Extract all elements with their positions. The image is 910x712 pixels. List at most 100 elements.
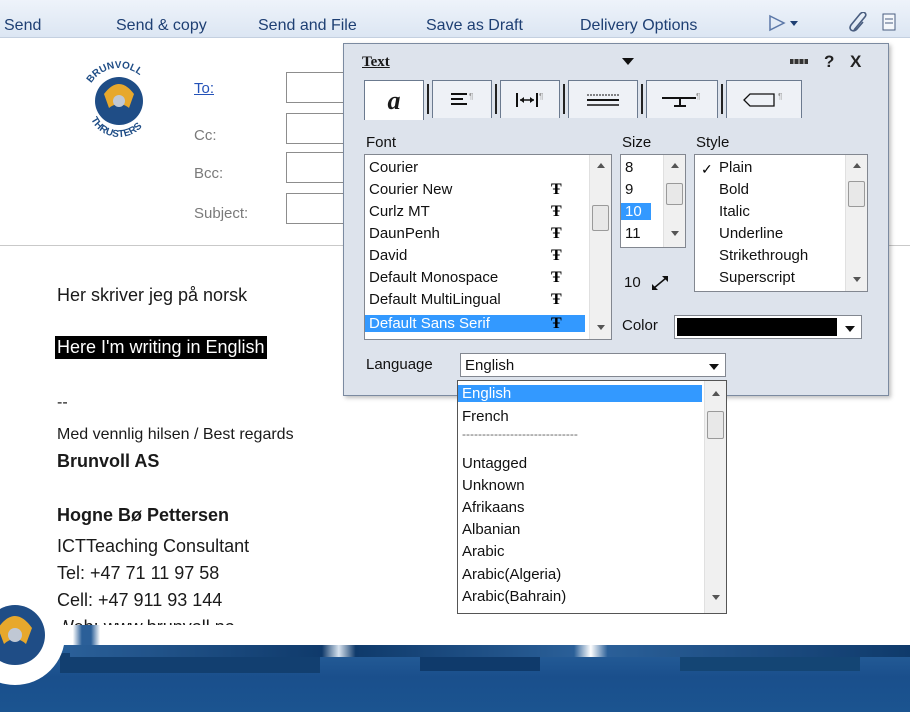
style-item[interactable]: Bold	[719, 181, 749, 198]
style-scrollbar[interactable]	[845, 155, 867, 291]
size-listbox[interactable]: 8 9 10 11	[620, 154, 686, 248]
chevron-down-icon[interactable]	[845, 326, 855, 332]
tab-lines[interactable]	[568, 80, 638, 118]
dialog-help-button[interactable]: ?	[824, 52, 834, 72]
spin-updown-icon[interactable]	[650, 274, 670, 292]
language-option[interactable]: Albanian	[462, 521, 520, 538]
style-item[interactable]: Superscript	[719, 269, 795, 286]
scroll-thumb[interactable]	[592, 205, 609, 231]
scroll-up-icon[interactable]	[712, 391, 720, 396]
send-copy-button[interactable]: Send & copy	[116, 17, 207, 35]
scroll-up-icon[interactable]	[853, 163, 861, 168]
pin-icon[interactable]	[790, 58, 808, 66]
dialog-title[interactable]: Text	[362, 54, 390, 71]
size-item-selected[interactable]: 10	[621, 203, 651, 220]
to-field[interactable]	[286, 72, 346, 103]
truetype-font-icon: Ŧ	[551, 203, 562, 220]
color-swatch	[677, 318, 837, 336]
language-option[interactable]: Arabic	[462, 543, 505, 560]
size-value[interactable]: 10	[624, 274, 641, 291]
svg-text:¶: ¶	[696, 92, 700, 101]
scroll-down-icon[interactable]	[712, 595, 720, 600]
signature-banner	[0, 625, 910, 712]
language-option[interactable]: Untagged	[462, 455, 527, 472]
font-item[interactable]: Default Monospace	[369, 269, 498, 286]
signature-company: Brunvoll AS	[57, 451, 160, 471]
save-draft-button[interactable]: Save as Draft	[426, 17, 523, 35]
scroll-up-icon[interactable]	[597, 163, 605, 168]
dialog-menu-chevron-down-icon[interactable]	[622, 58, 634, 65]
tab-font[interactable]: a	[364, 80, 424, 120]
scroll-thumb[interactable]	[666, 183, 683, 205]
font-item[interactable]: Courier New	[369, 181, 452, 198]
font-item[interactable]: Courier	[369, 159, 418, 176]
signature-title: ICTTeaching Consultant	[57, 536, 250, 556]
play-dropdown-icon[interactable]	[768, 14, 800, 32]
paperclip-icon[interactable]	[848, 12, 870, 34]
size-item[interactable]: 11	[625, 225, 641, 242]
language-option[interactable]: Arabic(Bahrain)	[462, 588, 566, 605]
document-icon[interactable]	[880, 12, 900, 34]
tab-spacing[interactable]: ¶	[500, 80, 560, 118]
checkmark-icon: ✓	[701, 161, 713, 177]
svg-text:¶: ¶	[778, 92, 782, 101]
chevron-down-icon[interactable]	[709, 364, 719, 370]
dialog-tabs: a ¶ ¶ ¶ ¶	[364, 80, 814, 120]
border-label-icon: ¶	[743, 92, 782, 107]
language-dropdown-list[interactable]: English French -------------------------…	[457, 380, 727, 614]
font-listbox[interactable]: Courier Courier New Curlz MT DaunPenh Da…	[364, 154, 612, 340]
scroll-up-icon[interactable]	[671, 163, 679, 168]
scroll-thumb[interactable]	[707, 411, 724, 439]
delivery-options-button[interactable]: Delivery Options	[580, 17, 697, 35]
svg-text:¶: ¶	[539, 92, 543, 101]
font-item[interactable]: David	[369, 247, 407, 264]
color-label: Color	[622, 317, 658, 334]
send-file-button[interactable]: Send and File	[258, 17, 357, 35]
scroll-down-icon[interactable]	[853, 277, 861, 282]
font-item[interactable]: DaunPenh	[369, 225, 440, 242]
language-option-selected[interactable]: English	[458, 385, 702, 402]
tab-tabs[interactable]: ¶	[646, 80, 718, 118]
style-item-selected[interactable]: Plain	[719, 159, 752, 176]
scroll-down-icon[interactable]	[597, 325, 605, 330]
style-item[interactable]: Strikethrough	[719, 247, 808, 264]
horizontal-spacing-icon: ¶	[516, 92, 543, 107]
tab-stop-icon: ¶	[662, 92, 700, 107]
font-item[interactable]: Curlz MT	[369, 203, 430, 220]
size-item[interactable]: 8	[625, 159, 633, 176]
style-label: Style	[696, 134, 730, 151]
bcc-field[interactable]	[286, 152, 346, 183]
color-select[interactable]	[674, 315, 862, 339]
to-label[interactable]: To:	[194, 80, 214, 97]
language-scrollbar[interactable]	[704, 381, 726, 613]
bcc-label: Bcc:	[194, 165, 224, 182]
size-scrollbar[interactable]	[663, 155, 685, 247]
text-format-dialog: Text ? X a ¶ ¶ ¶ ¶ Font Courier Courier …	[343, 43, 889, 396]
language-divider: -----------------------------	[462, 427, 578, 441]
scroll-down-icon[interactable]	[671, 231, 679, 236]
cc-field[interactable]	[286, 113, 346, 144]
tab-borders[interactable]: ¶	[726, 80, 802, 118]
tab-alignment[interactable]: ¶	[432, 80, 492, 118]
compose-toolbar: Send Send & copy Send and File Save as D…	[0, 0, 910, 38]
body-line-english-selected: Here I'm writing in English	[55, 336, 267, 359]
style-listbox[interactable]: ✓ Plain Bold Italic Underline Strikethro…	[694, 154, 868, 292]
language-option[interactable]: Afrikaans	[462, 499, 525, 516]
truetype-font-icon: Ŧ	[551, 315, 562, 332]
language-label: Language	[366, 356, 433, 373]
style-item[interactable]: Italic	[719, 203, 750, 220]
font-scrollbar[interactable]	[589, 155, 611, 339]
language-option[interactable]: Arabic(Algeria)	[462, 566, 561, 583]
send-button[interactable]: Send	[4, 17, 41, 35]
subject-field[interactable]	[286, 193, 346, 224]
language-option[interactable]: French	[462, 408, 509, 425]
scroll-thumb[interactable]	[848, 181, 865, 207]
dialog-close-button[interactable]: X	[850, 52, 861, 72]
style-item[interactable]: Underline	[719, 225, 783, 242]
truetype-font-icon: Ŧ	[551, 291, 562, 308]
language-option[interactable]: Unknown	[462, 477, 525, 494]
subject-label: Subject:	[194, 205, 249, 222]
language-select[interactable]: English	[460, 353, 726, 377]
size-item[interactable]: 9	[625, 181, 633, 198]
font-item[interactable]: Default MultiLingual	[369, 291, 501, 308]
